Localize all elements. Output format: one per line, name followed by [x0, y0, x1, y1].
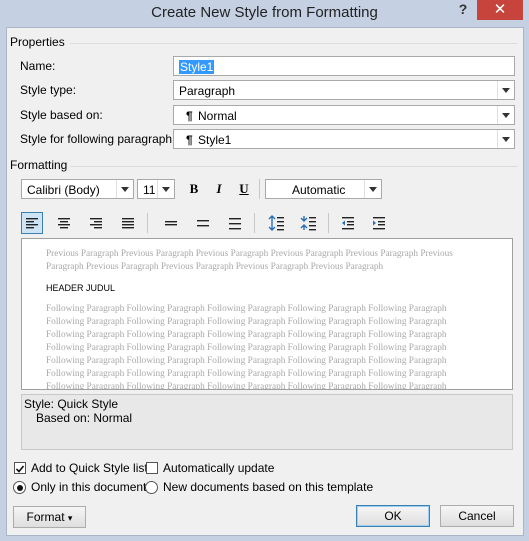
underline-button[interactable]: U [233, 178, 255, 200]
align-left-icon [26, 218, 38, 229]
font-size-select[interactable]: 11 [137, 179, 175, 199]
following-label: Style for following paragraph: [20, 132, 176, 146]
increase-indent-button[interactable] [368, 212, 390, 234]
add-quick-style-checkbox[interactable] [14, 462, 26, 474]
add-quick-style-label[interactable]: Add to Quick Style list [31, 461, 148, 475]
divider [70, 166, 518, 167]
font-color-value: Automatic [292, 183, 346, 197]
only-this-document-radio[interactable] [13, 481, 26, 494]
new-documents-radio[interactable] [145, 481, 158, 494]
decrease-spacing-button[interactable] [298, 212, 320, 234]
cancel-button[interactable]: Cancel [440, 505, 514, 527]
following-value: Style1 [198, 133, 232, 147]
align-center-button[interactable] [53, 212, 75, 234]
preview-following-line: Following Paragraph Following Paragraph … [46, 317, 447, 327]
dialog-body: Properties Name: Style1 Style type: Para… [6, 27, 524, 536]
radio-dot-icon [16, 484, 23, 491]
following-select[interactable]: ¶ Style1 [173, 129, 515, 149]
format-menu-button[interactable]: Format ▾ [13, 506, 86, 528]
based-on-value: Normal [198, 109, 237, 123]
align-center-icon [58, 218, 70, 229]
close-button[interactable]: ✕ [477, 0, 523, 20]
new-documents-label[interactable]: New documents based on this template [163, 480, 373, 494]
auto-update-label[interactable]: Automatically update [163, 461, 274, 475]
preview-previous-line: Previous Paragraph Previous Paragraph Pr… [46, 249, 453, 259]
chevron-down-icon[interactable] [497, 106, 514, 124]
name-input[interactable]: Style1 [173, 56, 515, 76]
preview-following-line: Following Paragraph Following Paragraph … [46, 382, 447, 390]
name-value: Style1 [179, 60, 215, 74]
toolbar-separator [147, 213, 148, 233]
line-spacing-double-icon [229, 218, 241, 230]
double-spacing-button[interactable] [224, 212, 246, 234]
toolbar-separator [254, 213, 255, 233]
line-spacing-single-icon [165, 221, 177, 226]
preview-following-line: Following Paragraph Following Paragraph … [46, 356, 447, 366]
justify-icon [122, 218, 134, 229]
only-this-document-label[interactable]: Only in this document [31, 480, 146, 494]
window-title: Create New Style from Formatting [151, 4, 378, 21]
outdent-icon [342, 217, 354, 230]
style-type-value: Paragraph [179, 84, 236, 98]
chevron-down-icon: ▾ [67, 513, 73, 523]
space-after-icon [300, 216, 316, 231]
style-type-label: Style type: [20, 83, 77, 97]
paragraph-icon: ¶ [186, 133, 193, 147]
increase-spacing-button[interactable] [266, 212, 288, 234]
space-before-icon [268, 215, 284, 231]
preview-sample-text: HEADER JUDUL [46, 283, 116, 293]
help-button[interactable]: ? [453, 1, 473, 21]
one-half-spacing-button[interactable] [192, 212, 214, 234]
line-spacing-onehalf-icon [197, 220, 209, 227]
font-select[interactable]: Calibri (Body) [21, 179, 134, 199]
format-button-label: Format [26, 510, 65, 524]
divider [70, 43, 518, 44]
auto-update-checkbox[interactable] [146, 462, 158, 474]
align-right-icon [90, 218, 102, 229]
toolbar-separator [259, 179, 260, 199]
properties-section: Properties [10, 35, 520, 49]
font-size-value: 11 [143, 183, 156, 197]
chevron-down-icon[interactable] [157, 180, 174, 198]
based-on-select[interactable]: ¶ Normal [173, 105, 515, 125]
font-color-select[interactable]: Automatic [265, 179, 382, 199]
properties-heading: Properties [10, 35, 65, 49]
style-preview-pane: Previous Paragraph Previous Paragraph Pr… [21, 238, 513, 390]
name-label: Name: [20, 59, 56, 73]
paragraph-icon: ¶ [186, 109, 193, 123]
based-on-label: Style based on: [20, 108, 103, 122]
ok-button[interactable]: OK [356, 505, 430, 527]
italic-button[interactable]: I [208, 178, 230, 200]
chevron-down-icon[interactable] [497, 130, 514, 148]
chevron-down-icon[interactable] [497, 81, 514, 99]
style-type-select[interactable]: Paragraph [173, 80, 515, 100]
title-bar: Create New Style from Formatting ? ✕ [0, 0, 529, 26]
chevron-down-icon[interactable] [116, 180, 133, 198]
preview-following-line: Following Paragraph Following Paragraph … [46, 330, 447, 340]
preview-following-line: Following Paragraph Following Paragraph … [46, 304, 447, 314]
toolbar-separator [328, 213, 329, 233]
font-value: Calibri (Body) [27, 183, 100, 197]
indent-icon [373, 217, 385, 230]
formatting-heading: Formatting [10, 158, 68, 172]
formatting-section: Formatting [10, 158, 520, 172]
description-line: Style: Quick Style [24, 397, 119, 411]
decrease-indent-button[interactable] [337, 212, 359, 234]
preview-following-line: Following Paragraph Following Paragraph … [46, 343, 447, 353]
style-description: Style: Quick Style Based on: Normal [21, 394, 513, 450]
preview-previous-line: Paragraph Previous Paragraph Previous Pa… [46, 262, 384, 272]
align-right-button[interactable] [85, 212, 107, 234]
justify-button[interactable] [117, 212, 139, 234]
bold-button[interactable]: B [183, 178, 205, 200]
checkmark-icon [15, 465, 25, 473]
chevron-down-icon[interactable] [364, 180, 381, 198]
preview-following-line: Following Paragraph Following Paragraph … [46, 369, 447, 379]
align-left-button[interactable] [21, 212, 43, 234]
description-line: Based on: Normal [36, 411, 133, 425]
single-spacing-button[interactable] [160, 212, 182, 234]
